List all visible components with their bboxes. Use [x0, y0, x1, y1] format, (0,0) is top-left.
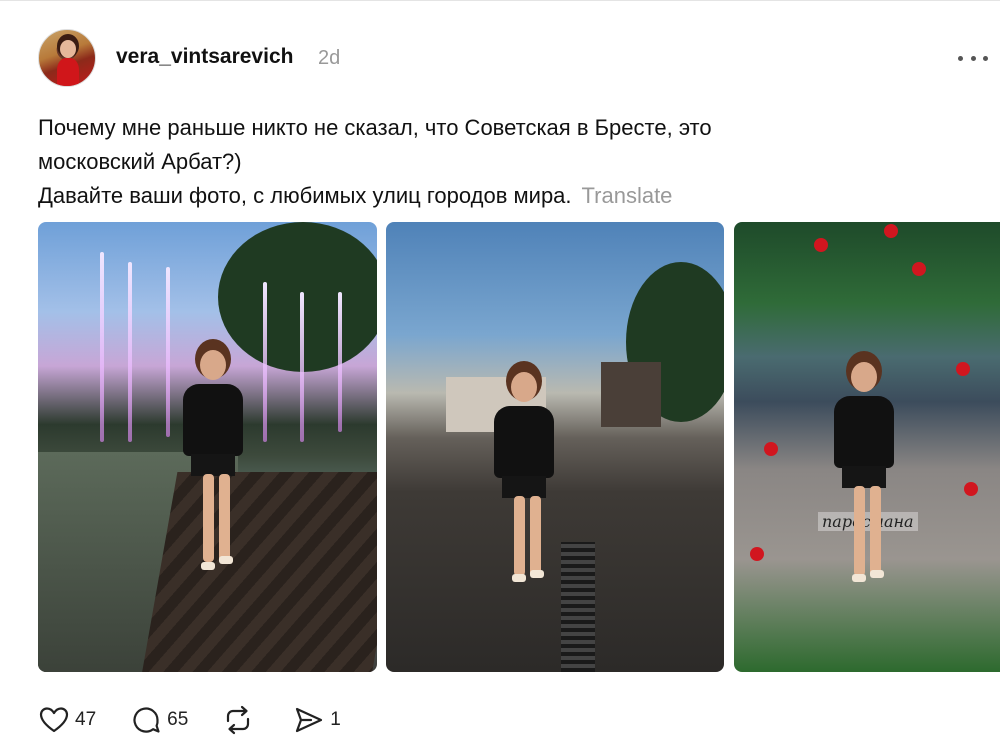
- apple-shape: [956, 362, 970, 376]
- avatar[interactable]: [38, 29, 96, 87]
- post-text-line-3: Давайте ваши фото, с любимых улиц городо…: [38, 179, 858, 213]
- post-photo-3[interactable]: паросмана: [734, 222, 1000, 672]
- comment-count: 65: [167, 709, 189, 730]
- send-icon: [296, 707, 323, 733]
- post-photo-2[interactable]: [386, 222, 724, 672]
- fountain-jet: [263, 282, 267, 442]
- fountain-jet: [128, 262, 132, 442]
- repost-icon: [227, 705, 250, 735]
- repost-button[interactable]: [222, 704, 259, 736]
- timestamp[interactable]: 2d: [318, 47, 340, 70]
- apple-shape: [964, 482, 978, 496]
- avatar-dress: [57, 58, 79, 86]
- post-text: Почему мне раньше никто не сказал, что С…: [38, 111, 858, 213]
- fountain-jet: [100, 252, 104, 442]
- apple-shape: [884, 224, 898, 238]
- building-shape: [601, 362, 661, 427]
- post-text-line-1: Почему мне раньше никто не сказал, что С…: [38, 115, 712, 140]
- tree-shape: [218, 222, 377, 372]
- photo-logo-text: паросмана: [818, 512, 918, 531]
- like-button[interactable]: 47: [38, 704, 96, 736]
- fountain-jet: [300, 292, 304, 442]
- heart-icon: [39, 707, 69, 733]
- wooden-deck: [138, 472, 377, 672]
- like-count: 47: [75, 709, 97, 730]
- share-button[interactable]: 1: [293, 704, 341, 736]
- post-photo-1[interactable]: [38, 222, 377, 672]
- apple-shape: [912, 262, 926, 276]
- share-count: 1: [330, 709, 341, 730]
- post-text-line-2: московский Арбат?): [38, 149, 242, 174]
- apple-shape: [814, 238, 828, 252]
- username[interactable]: vera_vintsarevich: [116, 45, 293, 69]
- apple-shape: [750, 547, 764, 561]
- drain-grate: [561, 542, 595, 672]
- thread-post: vera_vintsarevich 2d Почему мне раньше н…: [0, 0, 1000, 750]
- fountain-jet: [166, 267, 170, 437]
- translate-link[interactable]: Translate: [582, 183, 673, 208]
- comment-bubble-icon: [133, 707, 160, 733]
- apple-shape: [764, 442, 778, 456]
- fountain-jet: [338, 292, 342, 432]
- comment-button[interactable]: 65: [130, 704, 188, 736]
- avatar-head: [60, 40, 76, 58]
- more-dots-icon[interactable]: [958, 45, 988, 71]
- action-bar: 47 65 1: [38, 704, 375, 736]
- post-text-line-3-content: Давайте ваши фото, с любимых улиц городо…: [38, 183, 572, 208]
